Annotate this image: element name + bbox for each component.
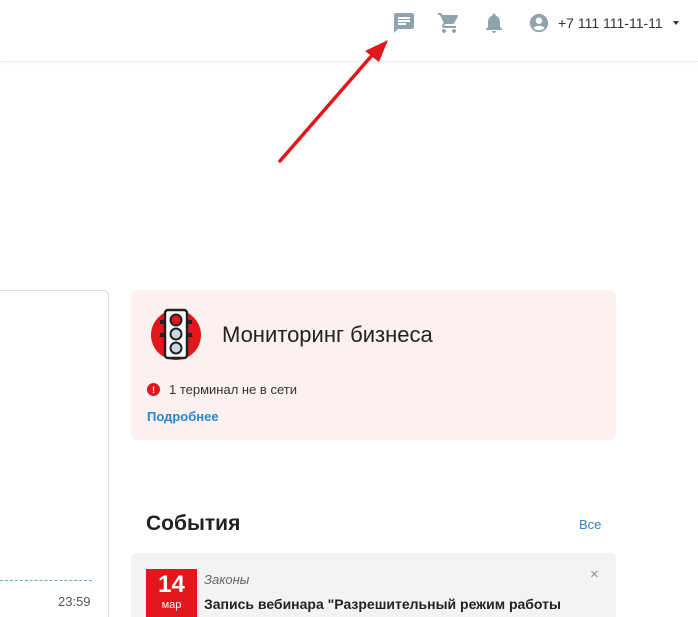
- time-label: 23:59: [58, 594, 91, 609]
- chart-dashed-line: [0, 580, 92, 581]
- monitoring-title: Мониторинг бизнеса: [222, 322, 433, 347]
- error-icon: !: [147, 383, 160, 396]
- event-month: мар: [161, 599, 182, 611]
- event-date-badge: 14 мар: [146, 569, 197, 617]
- bell-icon[interactable]: [482, 11, 506, 35]
- account-menu[interactable]: +7 111 111-11-11: [528, 11, 679, 35]
- chevron-down-icon: [672, 21, 679, 25]
- traffic-light-icon: [151, 308, 201, 360]
- event-category: Законы: [204, 572, 250, 587]
- monitoring-status: ! 1 терминал не в сети: [147, 382, 297, 397]
- chat-icon[interactable]: [392, 11, 416, 35]
- monitoring-details-link[interactable]: Подробнее: [147, 409, 219, 424]
- top-bar: +7 111 111-11-11: [0, 0, 698, 62]
- account-icon: [528, 12, 550, 34]
- event-title[interactable]: Запись вебинара "Разрешительный режим ра…: [204, 596, 561, 612]
- business-monitoring-card: Мониторинг бизнеса ! 1 терминал не в сет…: [131, 290, 616, 440]
- monitoring-status-text: 1 терминал не в сети: [169, 382, 297, 397]
- events-title: События: [146, 512, 241, 535]
- close-icon[interactable]: ×: [590, 567, 599, 582]
- event-card[interactable]: 14 мар Законы Запись вебинара "Разрешите…: [131, 553, 616, 617]
- events-all-link[interactable]: Все: [579, 517, 601, 532]
- cart-icon[interactable]: [437, 11, 461, 35]
- event-day: 14: [158, 571, 185, 598]
- left-panel-card: [0, 290, 109, 617]
- account-phone: +7 111 111-11-11: [558, 15, 663, 31]
